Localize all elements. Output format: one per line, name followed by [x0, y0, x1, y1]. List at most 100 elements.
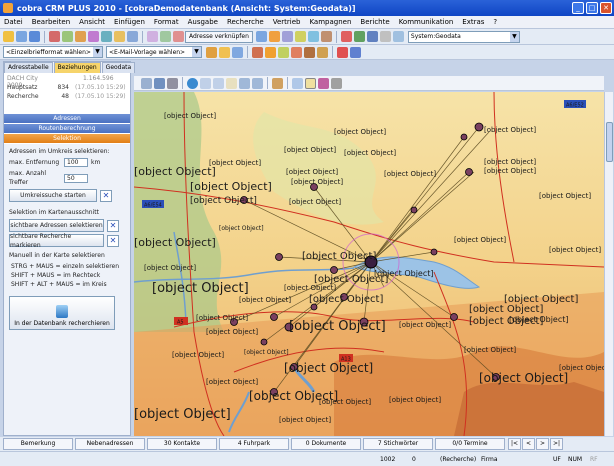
- address-marker[interactable]: [474, 122, 484, 132]
- tab-termine[interactable]: 0/0 Termine: [435, 438, 505, 450]
- max-hits-input[interactable]: 50: [64, 173, 88, 183]
- max-distance-input[interactable]: 100: [64, 158, 88, 167]
- cut-icon[interactable]: [252, 46, 263, 58]
- tab-geodata[interactable]: Geodata: [101, 62, 136, 73]
- start-radius-search-button[interactable]: Umkreissuche starten: [9, 189, 97, 202]
- delete-icon[interactable]: [49, 31, 60, 42]
- menu-datei[interactable]: Datei: [4, 18, 23, 26]
- nav-first-button[interactable]: |<: [508, 438, 521, 450]
- globe-icon[interactable]: [187, 77, 198, 89]
- menu-kampagnen[interactable]: Kampagnen: [309, 18, 351, 26]
- grid-icon[interactable]: [379, 31, 391, 42]
- tab-kontakte[interactable]: 30 Kontakte: [147, 438, 217, 450]
- section-adressen[interactable]: Adressen: [4, 114, 130, 124]
- email-icon[interactable]: [219, 46, 230, 58]
- pan-icon[interactable]: [226, 77, 237, 89]
- nav-last-button[interactable]: >|: [550, 438, 563, 450]
- layout-icon[interactable]: [392, 31, 404, 42]
- zoom-out-icon[interactable]: [213, 77, 224, 89]
- save-icon[interactable]: [29, 31, 40, 42]
- map-canvas[interactable]: A6/E52 A6/E54 A5 A13 [object Object] [ob…: [134, 92, 604, 436]
- address-marker[interactable]: [410, 206, 418, 214]
- print-icon[interactable]: [127, 31, 138, 42]
- tab-nebenadressen[interactable]: Nebenadressen: [75, 438, 145, 450]
- minimize-button[interactable]: _: [572, 2, 584, 14]
- address-marker[interactable]: [450, 313, 458, 321]
- table-icon[interactable]: [281, 31, 293, 42]
- menu-help[interactable]: ?: [493, 18, 497, 26]
- open-map-icon[interactable]: [141, 77, 152, 89]
- clear-addresses-icon[interactable]: ✕: [107, 219, 119, 232]
- scrollbar-thumb[interactable]: [606, 122, 613, 162]
- menu-format[interactable]: Format: [154, 18, 179, 26]
- list-icon[interactable]: [366, 31, 378, 42]
- address-marker[interactable]: [260, 338, 268, 346]
- section-routenberechnung[interactable]: Routenberechnung: [4, 124, 130, 134]
- map-scrollbar[interactable]: [604, 92, 613, 436]
- sort-icon[interactable]: [101, 31, 112, 42]
- tab-bemerkung[interactable]: Bemerkung: [3, 438, 73, 450]
- pointer-icon[interactable]: [292, 77, 303, 89]
- tab-adresstabelle[interactable]: Adresstabelle: [4, 62, 53, 73]
- note-icon[interactable]: [294, 31, 306, 42]
- maximize-button[interactable]: □: [586, 2, 598, 14]
- menu-bearbeiten[interactable]: Bearbeiten: [32, 18, 70, 26]
- mail-template-select[interactable]: <E-Mail-Vorlage wählen> ▼: [106, 46, 202, 58]
- eraser-icon[interactable]: [318, 77, 329, 89]
- tab-stichwoerter[interactable]: 7 Stichwörter: [363, 438, 433, 450]
- address-marker[interactable]: [465, 168, 473, 176]
- menu-extras[interactable]: Extras: [462, 18, 484, 26]
- address-marker[interactable]: [460, 133, 468, 141]
- address-marker[interactable]: [330, 266, 338, 274]
- report-icon[interactable]: [255, 31, 267, 42]
- clear-recherche-icon[interactable]: ✕: [107, 234, 119, 247]
- copy-address-button[interactable]: Adresse verknüpfen: [185, 30, 253, 43]
- close-button[interactable]: ✕: [600, 2, 612, 14]
- campaign-icon[interactable]: [265, 46, 276, 58]
- tag-icon[interactable]: [317, 46, 328, 58]
- stop-icon[interactable]: [340, 31, 352, 42]
- select-visible-addresses-button[interactable]: sichtbare Adressen selektieren: [9, 219, 104, 232]
- letter-format-select[interactable]: <Einzelbriefformat wählen> ▼: [3, 46, 103, 58]
- section-selektion[interactable]: Selektion: [4, 134, 130, 144]
- save-map-icon[interactable]: [154, 77, 165, 89]
- menu-recherche[interactable]: Recherche: [227, 18, 264, 26]
- address-marker[interactable]: [430, 248, 438, 256]
- address-marker[interactable]: [270, 313, 278, 321]
- measure-icon[interactable]: [272, 77, 283, 89]
- map-view[interactable]: A6/E52 A6/E54 A5 A13 [object Object] [ob…: [134, 92, 604, 436]
- open-icon[interactable]: [16, 31, 27, 42]
- menu-ausgabe[interactable]: Ausgabe: [188, 18, 218, 26]
- remove-icon[interactable]: [337, 46, 348, 58]
- fax-icon[interactable]: [232, 46, 243, 58]
- chart-icon[interactable]: [268, 31, 280, 42]
- menu-einfuegen[interactable]: Einfügen: [114, 18, 145, 26]
- menu-ansicht[interactable]: Ansicht: [79, 18, 105, 26]
- menu-berichte[interactable]: Berichte: [360, 18, 389, 26]
- letter-icon[interactable]: [206, 46, 217, 58]
- settings-icon[interactable]: [331, 77, 342, 89]
- nav-next-button[interactable]: >: [536, 438, 549, 450]
- search-icon[interactable]: [114, 31, 125, 42]
- tab-fuhrpark[interactable]: 4 Fuhrpark: [219, 438, 289, 450]
- undo-icon[interactable]: [239, 77, 250, 89]
- clear-radius-icon[interactable]: ✕: [100, 189, 112, 202]
- mail-icon[interactable]: [147, 31, 158, 42]
- address-marker[interactable]: [275, 253, 283, 261]
- redo-icon[interactable]: [252, 77, 263, 89]
- search-database-button[interactable]: In der Datenbank recherchieren: [9, 296, 115, 330]
- print-map-icon[interactable]: [167, 77, 178, 89]
- view-select[interactable]: System:Geodata ▼: [407, 30, 520, 43]
- mark-visible-recherche-button[interactable]: sichtbare Recherche markieren: [9, 233, 104, 249]
- nav-prev-button[interactable]: <: [522, 438, 535, 450]
- new-icon[interactable]: [3, 31, 14, 42]
- info-icon[interactable]: [350, 46, 361, 58]
- phone-icon[interactable]: [160, 31, 171, 42]
- paste-icon[interactable]: [75, 31, 86, 42]
- task-icon[interactable]: [320, 31, 332, 42]
- mark-icon[interactable]: [278, 46, 289, 58]
- zoom-in-icon[interactable]: [200, 77, 211, 89]
- go-icon[interactable]: [353, 31, 365, 42]
- web-icon[interactable]: [307, 31, 319, 42]
- select-icon[interactable]: [305, 77, 316, 89]
